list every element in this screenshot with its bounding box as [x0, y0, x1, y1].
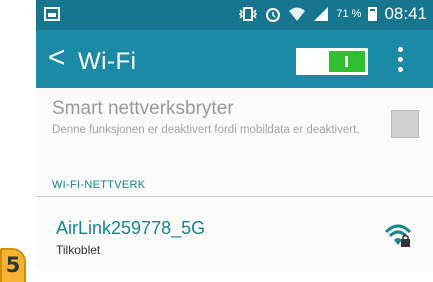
- step-number-badge: 5: [0, 248, 26, 282]
- more-options-icon[interactable]: [398, 47, 404, 73]
- back-button[interactable]: <: [48, 43, 66, 73]
- status-bar: 71 % 08:41: [36, 0, 433, 30]
- page-title: Wi-Fi: [78, 48, 137, 75]
- toggle-knob: [329, 51, 365, 72]
- section-label: WI-FI-NETTVERK: [52, 179, 146, 191]
- action-bar: < Wi-Fi: [36, 30, 433, 88]
- wifi-status-icon: [289, 7, 306, 21]
- status-icons: 71 % 08:41: [238, 4, 427, 24]
- battery-percent: 71 %: [336, 8, 362, 20]
- phone-screen: 71 % 08:41 < Wi-Fi Smart nettverksbryter…: [36, 0, 433, 270]
- clock: 08:41: [384, 4, 427, 23]
- smart-network-switch-row[interactable]: Smart nettverksbryter Denne funksjonen e…: [36, 88, 433, 166]
- smart-network-switch-description: Denne funksjonen er deaktivert fordi mob…: [52, 124, 360, 136]
- vibrate-icon: [239, 7, 258, 21]
- wifi-toggle[interactable]: [296, 48, 368, 75]
- network-list-item[interactable]: AirLink259778_5G Tilkoblet: [36, 208, 433, 270]
- alarm-icon: [266, 8, 281, 22]
- network-status: Tilkoblet: [56, 243, 101, 257]
- secured-wifi-icon: [384, 224, 412, 247]
- smart-network-switch-checkbox[interactable]: [391, 110, 419, 138]
- signal-icon: [314, 7, 329, 21]
- smart-network-switch-title: Smart nettverksbryter: [52, 98, 234, 119]
- network-name: AirLink259778_5G: [56, 218, 206, 238]
- image-notification-icon: [44, 7, 60, 21]
- wifi-networks-section-header: WI-FI-NETTVERK: [36, 168, 433, 197]
- battery-icon: [368, 7, 378, 21]
